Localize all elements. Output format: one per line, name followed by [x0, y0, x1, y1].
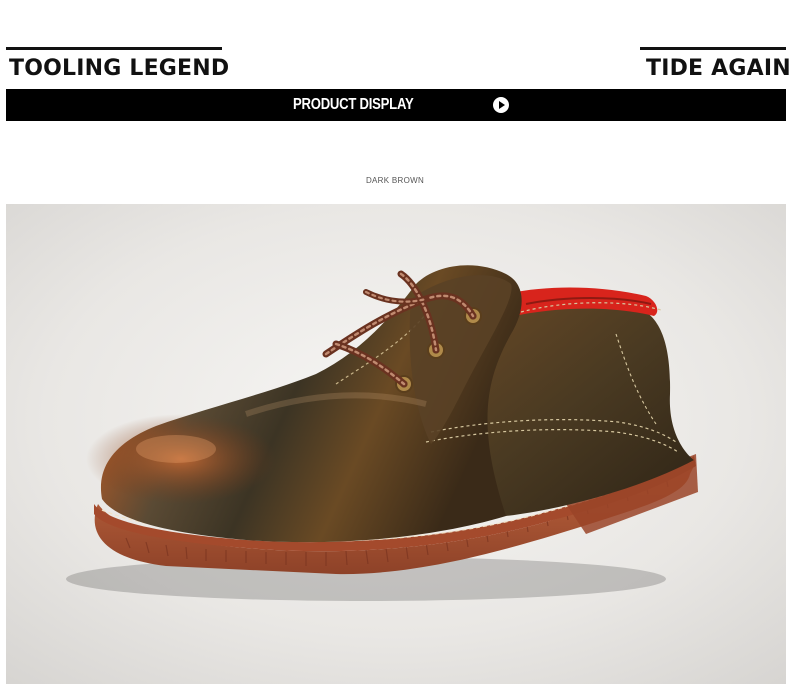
right-title-rule — [640, 47, 786, 50]
brand-title-left: TOOLING LEGEND — [9, 56, 230, 81]
left-title-rule — [6, 47, 222, 50]
play-icon[interactable] — [493, 97, 509, 113]
product-photo — [6, 204, 786, 684]
color-label: DARK BROWN — [365, 176, 425, 185]
brand-title-right: TIDE AGAIN — [646, 56, 790, 81]
banner-label: PRODUCT DISPLAY — [293, 96, 414, 113]
product-display-banner: PRODUCT DISPLAY — [6, 89, 786, 121]
